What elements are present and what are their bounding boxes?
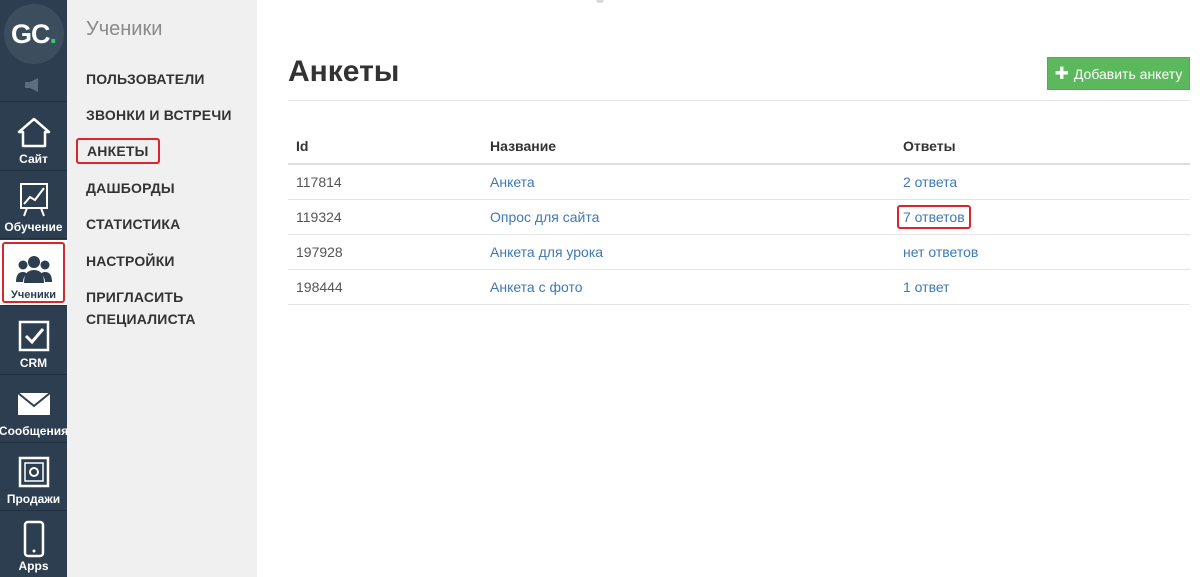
highlight-box <box>2 242 65 303</box>
envelope-icon <box>16 385 52 423</box>
rail-item-apps[interactable]: Apps <box>0 511 67 577</box>
table-row: 197928 Анкета для урока нет ответов <box>288 234 1190 270</box>
row-id: 119324 <box>288 199 482 235</box>
logo-dot: . <box>49 18 56 49</box>
rail-item-crm[interactable]: CRM <box>0 307 67 375</box>
survey-name-link[interactable]: Анкета с фото <box>490 279 583 295</box>
rail-item-site[interactable]: Сайт <box>0 103 67 171</box>
rail-item-label: CRM <box>19 356 48 370</box>
main-content: Анкеты ✚ Добавить анкету Id Название Отв… <box>288 0 1190 577</box>
survey-name-link[interactable]: Анкета для урока <box>490 244 603 260</box>
checkbox-icon <box>16 317 52 355</box>
nav-item-invite[interactable]: ПРИГЛАСИТЬ СПЕЦИАЛИСТА <box>86 286 196 330</box>
rail-item-label: Apps <box>18 559 49 573</box>
divider <box>288 100 1190 101</box>
nav-item-settings[interactable]: НАСТРОЙКИ <box>86 250 175 272</box>
column-header-id[interactable]: Id <box>288 128 482 165</box>
survey-name-link[interactable]: Анкета <box>490 174 535 190</box>
row-id: 198444 <box>288 269 482 305</box>
table-row: 198444 Анкета с фото 1 ответ <box>288 269 1190 305</box>
rail-item-label: Продажи <box>6 492 61 506</box>
nav-item-invite-line1: ПРИГЛАСИТЬ <box>86 289 184 305</box>
home-icon <box>16 113 52 151</box>
page-title: Анкеты <box>288 55 400 88</box>
nav-item-surveys[interactable]: АНКЕТЫ <box>76 138 160 164</box>
rail-item-label: Сообщения <box>0 424 69 438</box>
row-id: 197928 <box>288 234 482 270</box>
answers-link[interactable]: нет ответов <box>903 244 978 260</box>
safe-icon <box>16 453 52 491</box>
section-sidebar: Ученики ПОЛЬЗОВАТЕЛИ ЗВОНКИ И ВСТРЕЧИ АН… <box>67 0 257 577</box>
answers-link[interactable]: 1 ответ <box>903 279 950 295</box>
rail-item-messages[interactable]: Сообщения <box>0 375 69 443</box>
rail-item-students[interactable]: Ученики <box>0 240 67 306</box>
nav-item-statistics[interactable]: СТАТИСТИКА <box>86 213 181 235</box>
column-header-name[interactable]: Название <box>482 128 895 165</box>
nav-item-invite-line2: СПЕЦИАЛИСТА <box>86 311 196 327</box>
answers-link[interactable]: 7 ответов <box>903 209 965 225</box>
table-row: 119324 Опрос для сайта 7 ответов <box>288 199 1190 235</box>
nav-item-users[interactable]: ПОЛЬЗОВАТЕЛИ <box>86 68 205 90</box>
collapse-button[interactable] <box>0 68 67 102</box>
logo-text: GC <box>10 18 50 49</box>
rail-item-label: Сайт <box>19 152 48 166</box>
phone-icon <box>16 520 52 558</box>
main-nav-rail: GC. Сайт Обучение Ученики CRM Сообщения <box>0 0 69 577</box>
answers-link[interactable]: 2 ответа <box>903 174 957 190</box>
row-id: 117814 <box>288 164 482 200</box>
table-header-row: Id Название Ответы <box>288 128 1190 165</box>
table-row: 117814 Анкета 2 ответа <box>288 164 1190 200</box>
megaphone-icon <box>24 77 38 92</box>
survey-name-link[interactable]: Опрос для сайта <box>490 209 599 225</box>
section-heading: Ученики <box>86 18 163 40</box>
rail-item-sales[interactable]: Продажи <box>0 443 67 511</box>
add-survey-button[interactable]: ✚ Добавить анкету <box>1047 57 1190 90</box>
plus-icon: ✚ <box>1054 64 1069 83</box>
chart-board-icon <box>16 181 52 219</box>
logo-mark: GC. <box>3 4 64 64</box>
column-header-answers[interactable]: Ответы <box>895 128 1190 165</box>
highlight-box: 7 ответов <box>897 204 971 229</box>
add-survey-label: Добавить анкету <box>1073 65 1183 82</box>
nav-item-calls[interactable]: ЗВОНКИ И ВСТРЕЧИ <box>86 104 232 126</box>
nav-item-dashboards[interactable]: ДАШБОРДЫ <box>86 177 175 199</box>
rail-item-learning[interactable]: Обучение <box>0 171 67 239</box>
surveys-table: Id Название Ответы 117814 Анкета 2 ответ… <box>288 128 1190 305</box>
logo[interactable]: GC. <box>0 0 67 68</box>
rail-item-label: Обучение <box>4 220 63 234</box>
